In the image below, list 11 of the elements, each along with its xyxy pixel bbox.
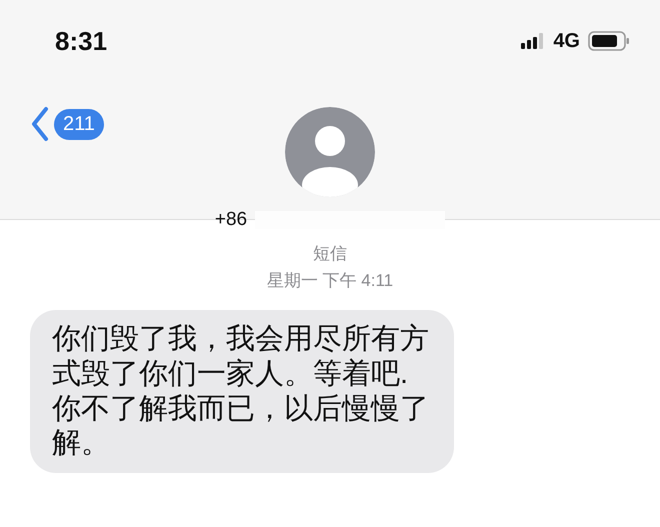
contact-number[interactable]: +86 xyxy=(214,209,248,231)
message-bubble: 你们毁了我，我会用尽所有方式毁了你们一家人。等着吧.你不了解我而已，以后慢慢了解。 xyxy=(30,310,454,474)
back-icon[interactable] xyxy=(30,106,50,142)
battery-icon xyxy=(588,31,630,51)
signal-icon xyxy=(521,33,546,49)
clock-time: 8:31 xyxy=(55,26,108,56)
message-timestamp: 星期一 下午 4:11 xyxy=(266,270,394,292)
unread-badge[interactable]: 211 xyxy=(54,108,104,140)
avatar-icon[interactable] xyxy=(285,107,375,197)
network-label: 4G xyxy=(553,30,580,52)
service-label: 短信 xyxy=(313,243,347,265)
